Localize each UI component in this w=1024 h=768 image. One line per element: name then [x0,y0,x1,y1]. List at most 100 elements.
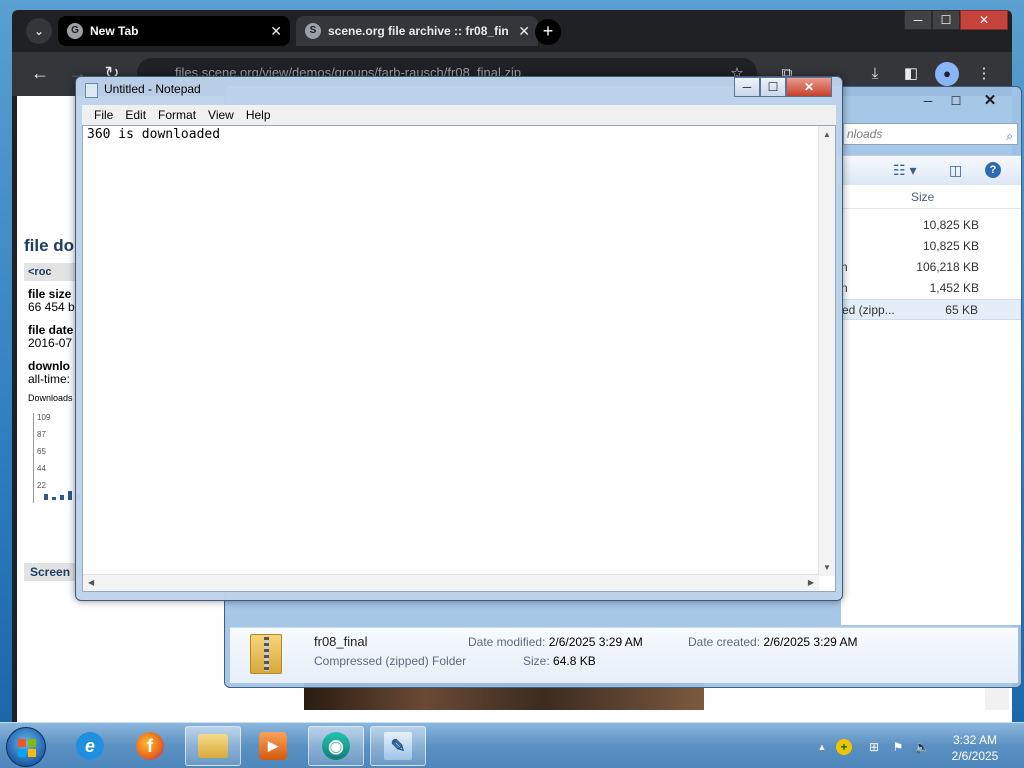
modified-label: Date modified: [468,635,546,649]
file-size-value: 66 454 b [28,300,75,314]
clock-time: 3:32 AM [952,733,998,747]
notepad-icon: ✎ [384,732,412,760]
view-options-icon[interactable]: ☷ ▾ [893,162,916,179]
scroll-up-icon[interactable]: ▲ [823,130,831,139]
maximize-button[interactable]: ☐ [760,77,786,97]
taskbar: e f ▶ ◉ ✎ ▲ + ⊞ ⚑ 🔈 3:32 AM 2/6/2025 [0,722,1024,768]
close-button[interactable]: ✕ [786,77,832,97]
close-button[interactable]: ✕ [960,10,1008,30]
minimize-button[interactable]: ─ [734,77,760,97]
taskbar-file-explorer[interactable] [185,726,241,766]
tab-search-button[interactable]: ⌄ [26,18,52,44]
scroll-down-icon[interactable]: ▼ [823,563,831,572]
action-center-flag-icon[interactable]: ⚑ [890,739,906,755]
tab-title: New Tab [90,24,139,38]
menu-kebab-icon[interactable]: ⋮ [972,62,996,86]
minimize-button[interactable]: ─ [904,10,932,30]
volume-muted-icon[interactable]: 🔈 [914,739,930,755]
file-row[interactable]: n 1,452 KB [841,278,1021,299]
file-size: 10,825 KB [922,239,979,253]
taskbar-app[interactable]: ◉ [308,726,364,766]
details-file-name: fr08_final [314,634,368,649]
details-size: Size: 64.8 KB [523,652,596,670]
scroll-right-icon[interactable]: ▶ [808,578,814,587]
notepad-window-controls: ─ ☐ ✕ [734,77,832,97]
security-shield-icon[interactable]: + [836,739,852,755]
downloads-chart-label: Downloads [28,393,73,403]
menu-view[interactable]: View [202,105,240,125]
new-tab-button[interactable]: + [535,19,561,45]
globe-icon: G [67,23,83,39]
help-icon[interactable]: ? [985,162,1001,178]
notepad-app-icon [85,83,98,98]
size-value: 64.8 KB [553,654,596,668]
chart-tick: 44 [37,464,46,473]
file-size: 10,825 KB [922,218,979,232]
taskbar-firefox[interactable]: f [122,726,178,766]
chart-tick: 87 [37,430,46,439]
chart-bar [52,497,56,500]
file-list: Size 10,825 KB 10,825 KB n 106,218 KB n … [841,185,1021,625]
vertical-scrollbar[interactable]: ▲ ▼ [818,126,835,576]
search-icon[interactable]: ⌕ [1006,126,1013,146]
created-value: 2/6/2025 3:29 AM [763,635,858,649]
media-player-icon: ▶ [259,732,287,760]
file-row[interactable]: 10,825 KB [841,236,1021,257]
profile-avatar[interactable]: ● [935,62,959,86]
close-tab-icon[interactable]: ✕ [518,16,530,46]
tab-new-tab[interactable]: G New Tab ✕ [58,16,290,46]
chart-bar [60,495,64,500]
details-created: Date created: 2/6/2025 3:29 AM [688,633,857,651]
maximize-button[interactable]: ☐ [932,10,960,30]
file-date-block: file date 2016-07 [28,324,73,350]
preview-pane-icon[interactable]: ◫ [949,162,962,179]
network-icon[interactable]: ⊞ [866,739,882,755]
menu-edit[interactable]: Edit [119,105,152,125]
chart-tick: 65 [37,447,46,456]
download-icon[interactable]: ⤓ [863,62,887,86]
back-arrow-icon[interactable]: ← [28,62,52,86]
page-favicon-icon: S [305,23,321,39]
close-tab-icon[interactable]: ✕ [270,16,282,46]
file-row[interactable]: n 106,218 KB [841,257,1021,278]
scroll-left-icon[interactable]: ◀ [88,578,94,587]
zip-folder-icon [250,634,282,674]
start-button[interactable] [6,727,46,767]
side-panel-icon[interactable]: ◧ [899,62,923,86]
tab-scene-org[interactable]: S scene.org file archive :: fr08_fin ✕ [296,16,538,46]
taskbar-notepad[interactable]: ✎ [370,726,426,766]
modified-value: 2/6/2025 3:29 AM [548,635,643,649]
system-clock[interactable]: 3:32 AM 2/6/2025 [940,732,1010,764]
folder-icon [198,734,228,758]
maximize-button[interactable]: ☐ [942,92,970,112]
menu-file[interactable]: File [88,105,119,125]
file-size: 106,218 KB [916,260,979,274]
size-label: Size: [523,654,550,668]
notepad-content: 360 is downloaded [87,127,221,142]
page-heading: file do [24,236,75,255]
chart-tick: 22 [37,481,46,490]
notepad-title: Untitled - Notepad [104,82,201,96]
app-icon: ◉ [322,732,350,760]
minimize-button[interactable]: ─ [914,92,942,112]
file-row[interactable]: 10,825 KB [841,215,1021,236]
notepad-window: Untitled - Notepad ─ ☐ ✕ File Edit Forma… [75,76,843,601]
menu-format[interactable]: Format [152,105,202,125]
file-row-selected[interactable]: ed (zipp... 65 KB [841,299,1021,320]
details-pane: fr08_final Compressed (zipped) Folder Da… [230,627,1018,683]
close-button[interactable]: ✕ [970,92,1010,112]
notepad-text-area[interactable]: 360 is downloaded ▲ ▼ ◀ ▶ [82,125,836,592]
menu-help[interactable]: Help [240,105,277,125]
file-date-value: 2016-07 [28,336,73,350]
browser-tabstrip: ⌄ G New Tab ✕ S scene.org file archive :… [12,10,1012,52]
search-placeholder: nloads [847,127,883,141]
show-hidden-icons-icon[interactable]: ▲ [814,739,830,755]
search-input[interactable]: nloads ⌕ [843,123,1018,145]
created-label: Date created: [688,635,761,649]
horizontal-scrollbar[interactable]: ◀ ▶ [83,574,819,591]
notepad-menubar: File Edit Format View Help [82,105,836,125]
taskbar-media-player[interactable]: ▶ [245,726,301,766]
taskbar-internet-explorer[interactable]: e [62,726,118,766]
file-size: 1,452 KB [929,281,979,295]
column-header-size[interactable]: Size [841,185,1021,209]
